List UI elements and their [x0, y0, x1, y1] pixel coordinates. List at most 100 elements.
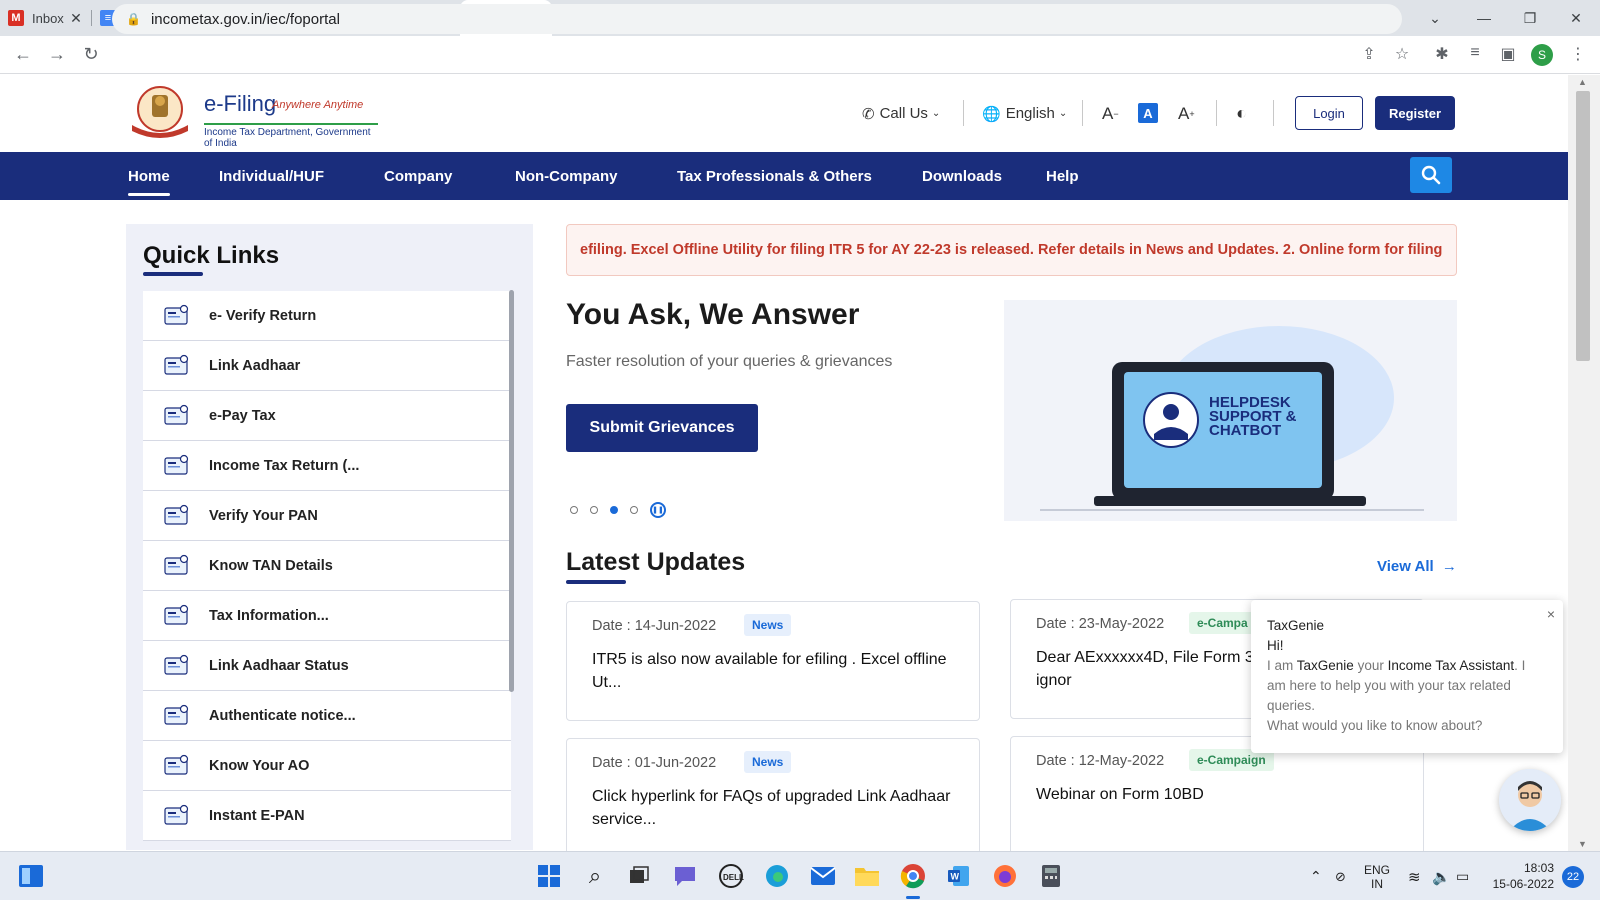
- laptop-illustration: HELPDESK SUPPORT & CHATBOT: [1040, 326, 1424, 511]
- reading-list-icon[interactable]: ≡: [1463, 44, 1487, 62]
- wifi-icon[interactable]: ≋: [1408, 852, 1421, 900]
- quick-link-item[interactable]: Instant E-PAN: [143, 791, 511, 841]
- firefox-icon[interactable]: [990, 861, 1020, 891]
- carousel-dot[interactable]: [570, 506, 578, 514]
- carousel-dot[interactable]: [590, 506, 598, 514]
- extensions-icon[interactable]: ✱: [1430, 44, 1454, 64]
- notification-badge[interactable]: 22: [1562, 866, 1584, 888]
- teams-chat-icon[interactable]: [670, 861, 700, 891]
- volume-icon[interactable]: 🔈: [1432, 852, 1451, 900]
- minimize-icon[interactable]: —: [1461, 0, 1507, 36]
- quick-links-scrollbar[interactable]: [509, 290, 514, 692]
- chatbot-message: I am TaxGenie your Income Tax Assistant.…: [1267, 656, 1547, 716]
- nav-individual-huf[interactable]: Individual/HUF: [219, 152, 324, 200]
- file-explorer-icon[interactable]: [852, 861, 882, 891]
- reload-icon[interactable]: ↻: [74, 44, 108, 65]
- tax-info-icon: [164, 604, 189, 625]
- show-hidden-icons[interactable]: ⌃: [1310, 852, 1322, 900]
- language-indicator[interactable]: ENG IN: [1364, 852, 1390, 900]
- scroll-down-icon[interactable]: ▼: [1578, 839, 1587, 849]
- restore-icon[interactable]: ❐: [1507, 0, 1553, 36]
- arrow-right-icon: →: [1441, 558, 1457, 575]
- quick-link-item[interactable]: Link Aadhaar: [143, 341, 511, 391]
- profile-avatar[interactable]: S: [1531, 44, 1553, 66]
- font-decrease-button[interactable]: A −: [1102, 75, 1119, 152]
- login-button[interactable]: Login: [1295, 96, 1363, 130]
- submit-grievances-button[interactable]: Submit Grievances: [566, 404, 758, 452]
- scrollbar-thumb[interactable]: [1576, 91, 1590, 361]
- search-button[interactable]: [1410, 157, 1452, 193]
- quick-link-item[interactable]: Income Tax Return (...: [143, 441, 511, 491]
- authenticate-notice-icon: [164, 704, 189, 725]
- nav-downloads[interactable]: Downloads: [922, 152, 1002, 200]
- nav-help[interactable]: Help: [1046, 152, 1079, 200]
- start-icon[interactable]: [534, 861, 564, 891]
- page-scrollbar[interactable]: ▲ ▼: [1568, 75, 1600, 851]
- nav-company[interactable]: Company: [384, 152, 452, 200]
- link-aadhaar-icon: [164, 354, 189, 375]
- close-tab-icon[interactable]: ✕: [68, 10, 84, 27]
- bookmark-star-icon[interactable]: ☆: [1390, 44, 1414, 64]
- view-all-link[interactable]: View All →: [1377, 558, 1457, 575]
- side-panel-icon[interactable]: ▣: [1496, 44, 1520, 64]
- task-view-icon[interactable]: [624, 861, 654, 891]
- back-icon[interactable]: ←: [6, 44, 40, 65]
- chatbot-avatar[interactable]: [1499, 769, 1561, 831]
- system-clock[interactable]: 18:03 15-06-2022: [1490, 860, 1554, 892]
- quick-link-item[interactable]: Tax Information...: [143, 591, 511, 641]
- scroll-up-icon[interactable]: ▲: [1578, 77, 1587, 87]
- quick-link-item[interactable]: e-Pay Tax: [143, 391, 511, 441]
- quick-link-item[interactable]: Know Your AO: [143, 741, 511, 791]
- network-warning-icon[interactable]: ⊘: [1335, 852, 1346, 900]
- quick-link-item[interactable]: Authenticate notice...: [143, 691, 511, 741]
- clock-time: 18:03: [1523, 861, 1554, 875]
- nav-tax-professionals[interactable]: Tax Professionals & Others: [677, 152, 872, 200]
- forward-icon[interactable]: →: [40, 44, 74, 65]
- url-field[interactable]: 🔒 incometax.gov.in/iec/foportal: [112, 4, 1402, 34]
- quick-links-title: Quick Links: [143, 242, 280, 269]
- update-card[interactable]: Date : 12-May-2022 e-Campaign Webinar on…: [1010, 736, 1424, 856]
- msg-prefix: I am: [1267, 658, 1297, 673]
- nav-non-company[interactable]: Non-Company: [515, 152, 618, 200]
- nav-home[interactable]: Home: [128, 152, 170, 200]
- call-us-dropdown[interactable]: ✆ Call Us ⌄: [862, 75, 940, 152]
- word-icon[interactable]: W: [944, 861, 974, 891]
- tab-search-icon[interactable]: ⌄: [1412, 0, 1458, 36]
- update-card[interactable]: Date : 01-Jun-2022 News Click hyperlink …: [566, 738, 980, 858]
- news-ticker[interactable]: efiling. Excel Offline Utility for filin…: [566, 224, 1457, 276]
- quick-link-item[interactable]: e- Verify Return: [143, 291, 511, 341]
- chatbot-question: What would you like to know about?: [1267, 718, 1483, 733]
- language-dropdown[interactable]: 🌐 English ⌄: [982, 75, 1067, 152]
- contrast-icon[interactable]: ◐: [1236, 75, 1247, 152]
- know-ao-icon: [164, 754, 189, 775]
- battery-icon[interactable]: ▭: [1456, 852, 1469, 900]
- carousel-dot[interactable]: [630, 506, 638, 514]
- chrome-icon[interactable]: [898, 861, 928, 891]
- edge-icon[interactable]: [762, 861, 792, 891]
- divider: [1216, 100, 1217, 126]
- quick-link-item[interactable]: Verify Your PAN: [143, 491, 511, 541]
- browser-tab[interactable]: M Inbox ✕: [0, 0, 92, 36]
- dell-icon[interactable]: DELL: [716, 861, 746, 891]
- font-normal-button[interactable]: A: [1138, 103, 1158, 123]
- divider: [1273, 100, 1274, 126]
- update-text: Click hyperlink for FAQs of upgraded Lin…: [592, 788, 951, 828]
- font-increase-button[interactable]: A +: [1178, 75, 1195, 152]
- language-label: English: [1005, 105, 1055, 122]
- mail-icon[interactable]: [808, 861, 838, 891]
- search-icon[interactable]: ⌕: [580, 861, 610, 891]
- pause-icon[interactable]: ❚❚: [650, 502, 666, 518]
- update-date: Date : 01-Jun-2022: [592, 755, 717, 771]
- calculator-icon[interactable]: [1036, 861, 1066, 891]
- close-icon[interactable]: ×: [1547, 604, 1555, 624]
- quick-link-item[interactable]: Know TAN Details: [143, 541, 511, 591]
- efiling-logo[interactable]: e-Filing Anywhere Anytime Income Tax Dep…: [128, 85, 378, 149]
- register-button[interactable]: Register: [1375, 96, 1455, 130]
- widgets-icon[interactable]: [16, 861, 46, 891]
- quick-link-item[interactable]: Link Aadhaar Status: [143, 641, 511, 691]
- update-card[interactable]: Date : 14-Jun-2022 News ITR5 is also now…: [566, 601, 980, 721]
- carousel-dot-active[interactable]: [610, 506, 618, 514]
- close-window-icon[interactable]: ✕: [1553, 0, 1599, 36]
- chrome-menu-icon[interactable]: ⋮: [1566, 44, 1590, 64]
- share-icon[interactable]: ⇪: [1357, 44, 1381, 64]
